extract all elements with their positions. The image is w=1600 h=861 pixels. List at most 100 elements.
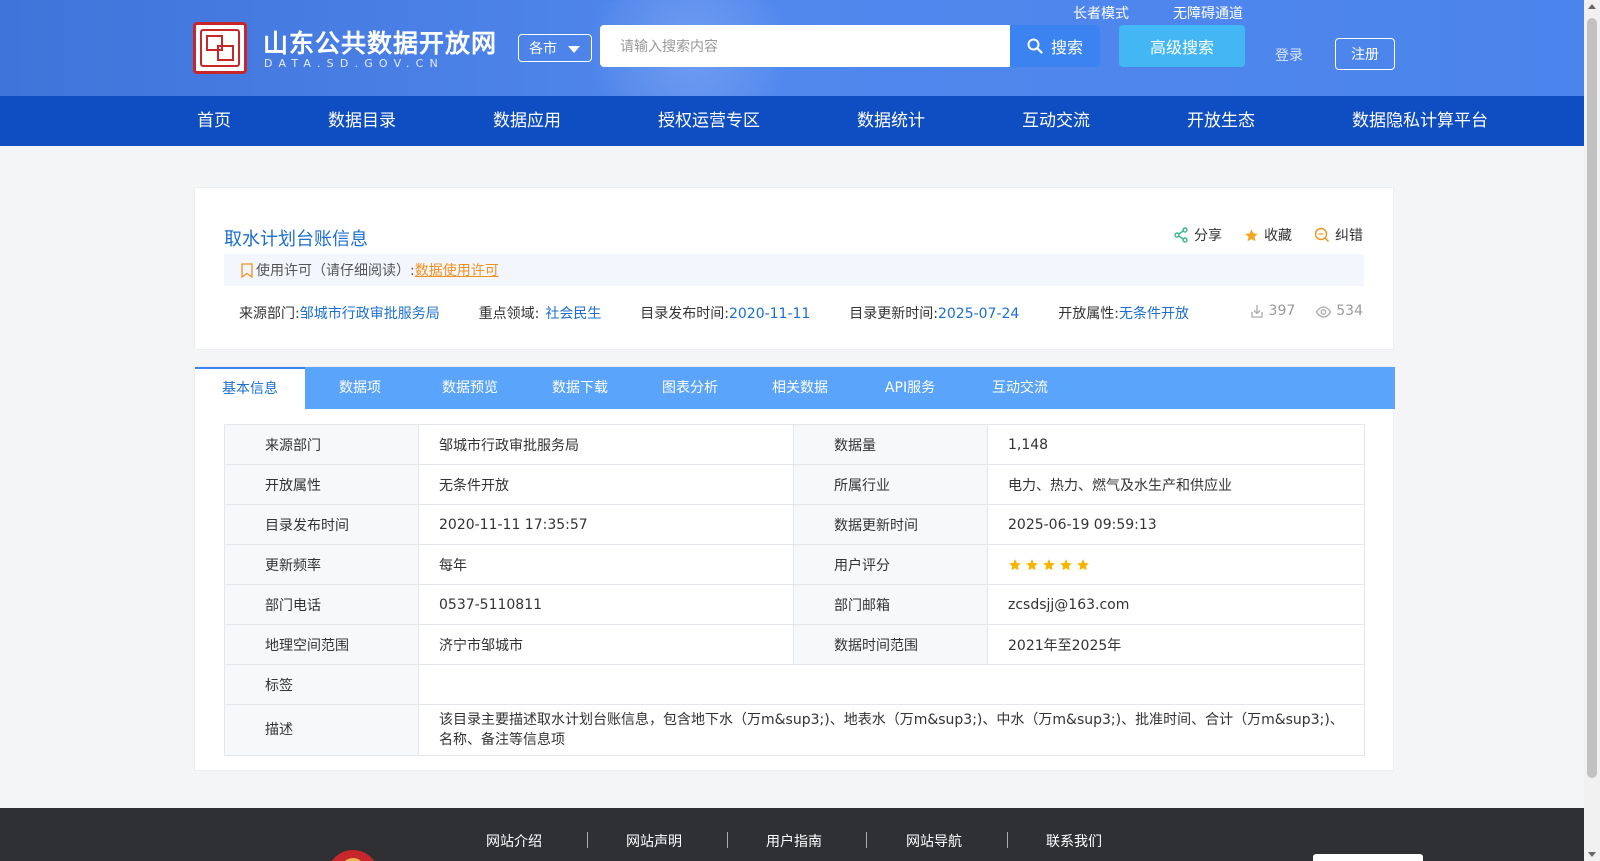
footer-divider (727, 832, 728, 848)
basic-info-table: 来源部门 邹城市行政审批服务局 数据量 1,148 开放属性 无条件开放 所属行… (224, 424, 1365, 756)
nav-item-ecosystem[interactable]: 开放生态 (1187, 96, 1255, 146)
site-logo-icon[interactable] (193, 22, 247, 74)
dataset-meta-row: 来源部门:邹城市行政审批服务局 重点领域: 社会民生 目录发布时间:2020-11… (239, 303, 1189, 323)
meta-source-label: 来源部门: (239, 306, 300, 322)
download-count-value: 397 (1268, 303, 1296, 319)
table-row: 地理空间范围 济宁市邹城市 数据时间范围 2021年至2025年 (224, 624, 1365, 665)
user-rating (987, 544, 1365, 585)
table-key: 用户评分 (793, 544, 988, 585)
report-error-button[interactable]: 纠错 (1314, 225, 1363, 245)
footer-divider (1007, 832, 1008, 848)
favorite-button[interactable]: 收藏 (1244, 225, 1292, 245)
tab-interaction[interactable]: 互动交流 (965, 367, 1075, 409)
nav-item-privacy-computing[interactable]: 数据隐私计算平台 (1352, 96, 1488, 146)
view-count-value: 534 (1336, 303, 1363, 319)
footer-link-sitemap[interactable]: 网站导航 (906, 831, 962, 851)
meta-publish-value: 2020-11-11 (728, 306, 811, 322)
city-select-label: 各市 (529, 41, 557, 57)
tab-basic-info[interactable]: 基本信息 (195, 367, 305, 409)
search-icon (1027, 38, 1043, 54)
page-scrollbar[interactable] (1584, 0, 1600, 861)
meta-update-label: 目录更新时间: (849, 306, 938, 322)
footer-link-contact[interactable]: 联系我们 (1046, 831, 1102, 851)
table-key: 数据更新时间 (793, 504, 988, 545)
gov-badge-icon[interactable] (1313, 854, 1423, 861)
dataset-title: 取水计划台账信息 (224, 229, 368, 250)
dataset-actions: 分享 收藏 纠错 (1173, 225, 1363, 245)
table-row: 开放属性 无条件开放 所属行业 电力、热力、燃气及水生产和供应业 (224, 464, 1365, 505)
error-report-icon (1314, 227, 1329, 242)
bookmark-icon (241, 262, 253, 278)
scroll-thumb[interactable] (1587, 18, 1597, 778)
rating-stars (1008, 558, 1344, 572)
meta-open-value: 无条件开放 (1118, 306, 1189, 322)
table-key: 地理空间范围 (224, 624, 419, 665)
tab-api-service[interactable]: API服务 (855, 367, 965, 409)
site-title[interactable]: 山东公共数据开放网 (263, 24, 497, 60)
login-link[interactable]: 登录 (1275, 45, 1303, 65)
table-key: 目录发布时间 (224, 504, 419, 545)
scroll-up-icon[interactable] (1588, 4, 1596, 9)
footer-link-statement[interactable]: 网站声明 (626, 831, 682, 851)
table-key: 来源部门 (224, 424, 419, 465)
nav-item-authorized[interactable]: 授权运营专区 (658, 96, 760, 146)
meta-domain-value[interactable]: 社会民生 (545, 306, 601, 322)
meta-domain-label: 重点领域: (478, 306, 540, 322)
table-value: 2020-11-11 17:35:57 (418, 504, 794, 545)
tab-data-items[interactable]: 数据项 (305, 367, 415, 409)
table-key: 开放属性 (224, 464, 419, 505)
dataset-summary-card: 取水计划台账信息 分享 收藏 纠错 使用许可（请仔细阅读）: 数据使用许可 来源… (194, 187, 1394, 350)
barrier-free-link[interactable]: 无障碍通道 (1173, 3, 1243, 23)
register-button[interactable]: 注册 (1335, 38, 1395, 70)
city-select[interactable]: 各市 (518, 34, 592, 62)
tab-related-data[interactable]: 相关数据 (745, 367, 855, 409)
nav-item-interaction[interactable]: 互动交流 (1022, 96, 1090, 146)
license-bar: 使用许可（请仔细阅读）: 数据使用许可 (224, 254, 1364, 286)
nav-item-home[interactable]: 首页 (197, 96, 231, 146)
detail-tabs: 基本信息 数据项 数据预览 数据下载 图表分析 相关数据 API服务 互动交流 (195, 367, 1395, 409)
table-row: 标签 (224, 664, 1365, 705)
search-button[interactable]: 搜索 (1010, 25, 1100, 67)
table-row: 目录发布时间 2020-11-11 17:35:57 数据更新时间 2025-0… (224, 504, 1365, 545)
footer-divider (866, 832, 867, 848)
tags-value (418, 664, 1365, 705)
eye-icon (1316, 306, 1332, 318)
rating-star-icon (1060, 558, 1072, 570)
nav-item-stats[interactable]: 数据统计 (857, 96, 925, 146)
advanced-search-button[interactable]: 高级搜索 (1119, 25, 1245, 67)
table-value: zcsdsjj@163.com (987, 584, 1365, 625)
table-row: 更新频率 每年 用户评分 (224, 544, 1365, 585)
tab-chart-analysis[interactable]: 图表分析 (635, 367, 745, 409)
search-button-label: 搜索 (1050, 38, 1083, 57)
main-nav: 首页 数据目录 数据应用 授权运营专区 数据统计 互动交流 开放生态 数据隐私计… (0, 96, 1584, 146)
table-key: 部门电话 (224, 584, 419, 625)
table-key: 数据量 (793, 424, 988, 465)
meta-publish-label: 目录发布时间: (640, 306, 729, 322)
view-count: 534 (1315, 303, 1363, 319)
dataset-stats: 397 534 (1249, 303, 1363, 319)
table-key: 部门邮箱 (793, 584, 988, 625)
footer-link-guide[interactable]: 用户指南 (766, 831, 822, 851)
table-value: 济宁市邹城市 (418, 624, 794, 665)
report-error-label: 纠错 (1335, 228, 1363, 244)
table-row: 来源部门 邹城市行政审批服务局 数据量 1,148 (224, 424, 1365, 465)
meta-update-value: 2025-07-24 (937, 306, 1020, 322)
tab-data-download[interactable]: 数据下载 (525, 367, 635, 409)
meta-open-label: 开放属性: (1058, 306, 1119, 322)
site-header: 山东公共数据开放网 DATA.SD.GOV.CN 各市 搜索 高级搜索 长者模式… (0, 0, 1584, 96)
meta-source-value[interactable]: 邹城市行政审批服务局 (300, 306, 440, 322)
rating-star-icon (1077, 558, 1089, 570)
elder-mode-link[interactable]: 长者模式 (1073, 3, 1129, 23)
table-row: 部门电话 0537-5110811 部门邮箱 zcsdsjj@163.com (224, 584, 1365, 625)
nav-item-catalog[interactable]: 数据目录 (328, 96, 396, 146)
share-button[interactable]: 分享 (1173, 225, 1222, 245)
tab-data-preview[interactable]: 数据预览 (415, 367, 525, 409)
license-link[interactable]: 数据使用许可 (415, 260, 499, 280)
national-emblem-icon (327, 850, 379, 861)
search-input[interactable] (600, 25, 1011, 67)
footer-link-about[interactable]: 网站介绍 (486, 831, 542, 851)
star-icon (1245, 228, 1258, 241)
nav-item-apps[interactable]: 数据应用 (493, 96, 561, 146)
scroll-down-icon[interactable] (1588, 852, 1596, 857)
table-value: 电力、热力、燃气及水生产和供应业 (987, 464, 1365, 505)
